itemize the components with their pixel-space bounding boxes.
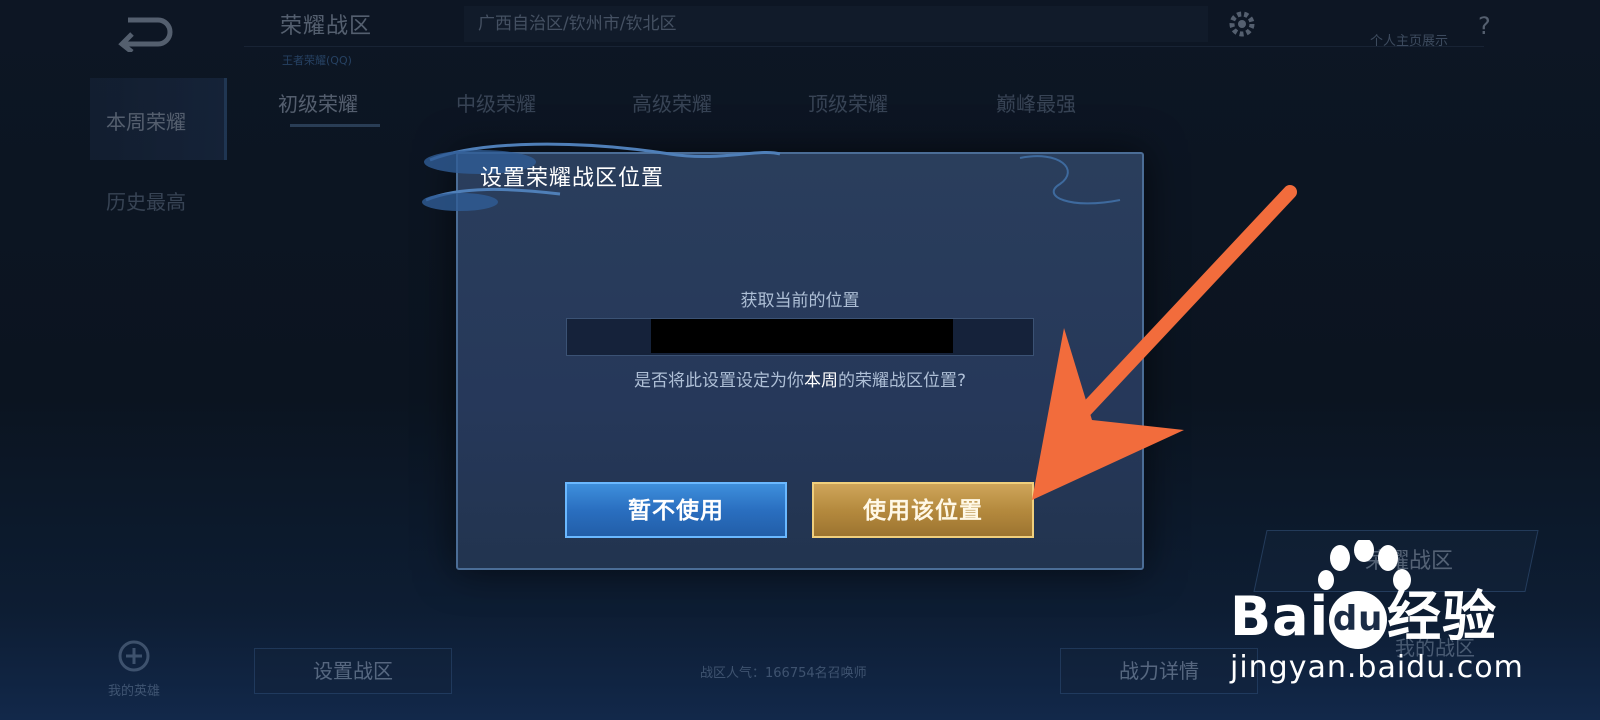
watermark-site: jingyan.baidu.com — [1230, 650, 1524, 685]
logo-prefix: Bai — [1230, 585, 1330, 648]
logo-suffix: 经验 — [1387, 585, 1498, 648]
baidu-logo: Bai du经验 — [1230, 572, 1497, 651]
logo-du: du — [1329, 591, 1388, 650]
